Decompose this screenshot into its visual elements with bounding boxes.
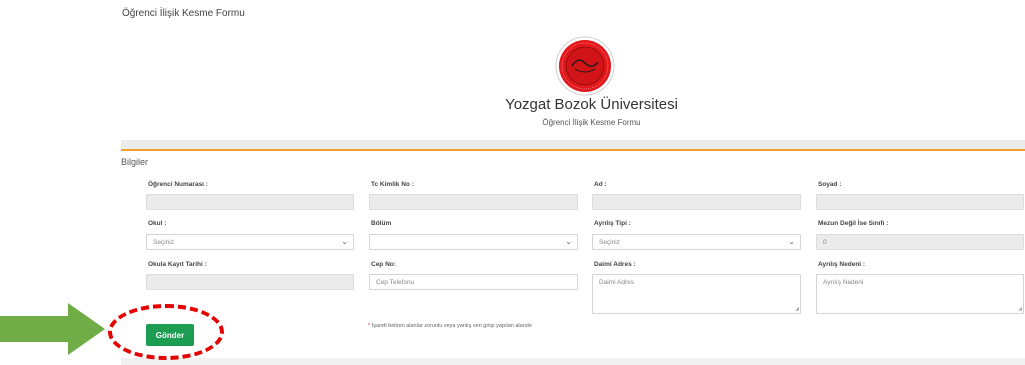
required-star: * [368, 323, 371, 329]
leave-reason-label: Ayrılış Nedeni : [818, 261, 866, 268]
leave-type-select-value: Seçiniz [599, 239, 620, 246]
school-select-value: Seçiniz [153, 239, 174, 246]
chevron-down-icon: ⌄ [341, 237, 348, 246]
surname-label: Soyad : [818, 181, 842, 188]
name-field[interactable] [592, 194, 801, 210]
university-logo [555, 36, 615, 96]
department-label: Bölüm [371, 220, 392, 227]
chevron-down-icon: ⌄ [565, 237, 572, 246]
section-label: Bilgiler [121, 157, 149, 167]
name-label: Ad : [594, 181, 607, 188]
address-textarea[interactable]: Daimi Adres ◢ [592, 274, 801, 314]
enrollment-date-label: Okula Kayıt Tarihi : [148, 261, 207, 268]
school-label: Okul : [148, 220, 167, 227]
required-note: * İşareti beliren alanlar zorunlu veya y… [368, 323, 532, 329]
leave-reason-placeholder: Ayrılış Nedeni [823, 279, 864, 286]
university-name: Yozgat Bozok Üniversitesi [505, 96, 678, 113]
form-subtitle: Öğrenci İlişik Kesme Formu [542, 118, 641, 127]
header-band [121, 140, 1025, 149]
accent-divider [121, 149, 1025, 151]
highlight-circle [108, 304, 224, 360]
student-number-field[interactable] [146, 194, 354, 210]
address-label: Daimi Adres : [594, 261, 636, 268]
phone-label: Cep No: [371, 261, 396, 268]
enrollment-date-field[interactable] [146, 274, 354, 290]
department-select[interactable]: ⌄ [369, 234, 578, 250]
phone-field[interactable]: Cep Telefonu [369, 274, 578, 290]
leave-type-label: Ayrılış Tipi : [594, 220, 631, 227]
page-title: Öğrenci İlişik Kesme Formu [122, 8, 245, 19]
tc-number-field[interactable] [369, 194, 578, 210]
required-note-text: İşareti beliren alanlar zorunlu veya yan… [371, 323, 533, 329]
leave-type-select[interactable]: Seçiniz ⌄ [592, 234, 801, 250]
tc-number-label: Tc Kimlik No : [371, 181, 414, 188]
class-field[interactable]: 0 [816, 234, 1024, 250]
footer-band [121, 358, 1025, 365]
class-label: Mezun Değil İse Sınıfı : [818, 220, 889, 227]
resize-handle-icon[interactable]: ◢ [795, 306, 799, 312]
resize-handle-icon[interactable]: ◢ [1018, 306, 1022, 312]
student-number-label: Öğrenci Numarası : [148, 181, 208, 188]
surname-field[interactable] [816, 194, 1024, 210]
chevron-down-icon: ⌄ [788, 237, 795, 246]
right-arrow-icon [0, 303, 105, 355]
leave-reason-textarea[interactable]: Ayrılış Nedeni ◢ [816, 274, 1024, 314]
address-placeholder: Daimi Adres [599, 279, 635, 286]
school-select[interactable]: Seçiniz ⌄ [146, 234, 354, 250]
